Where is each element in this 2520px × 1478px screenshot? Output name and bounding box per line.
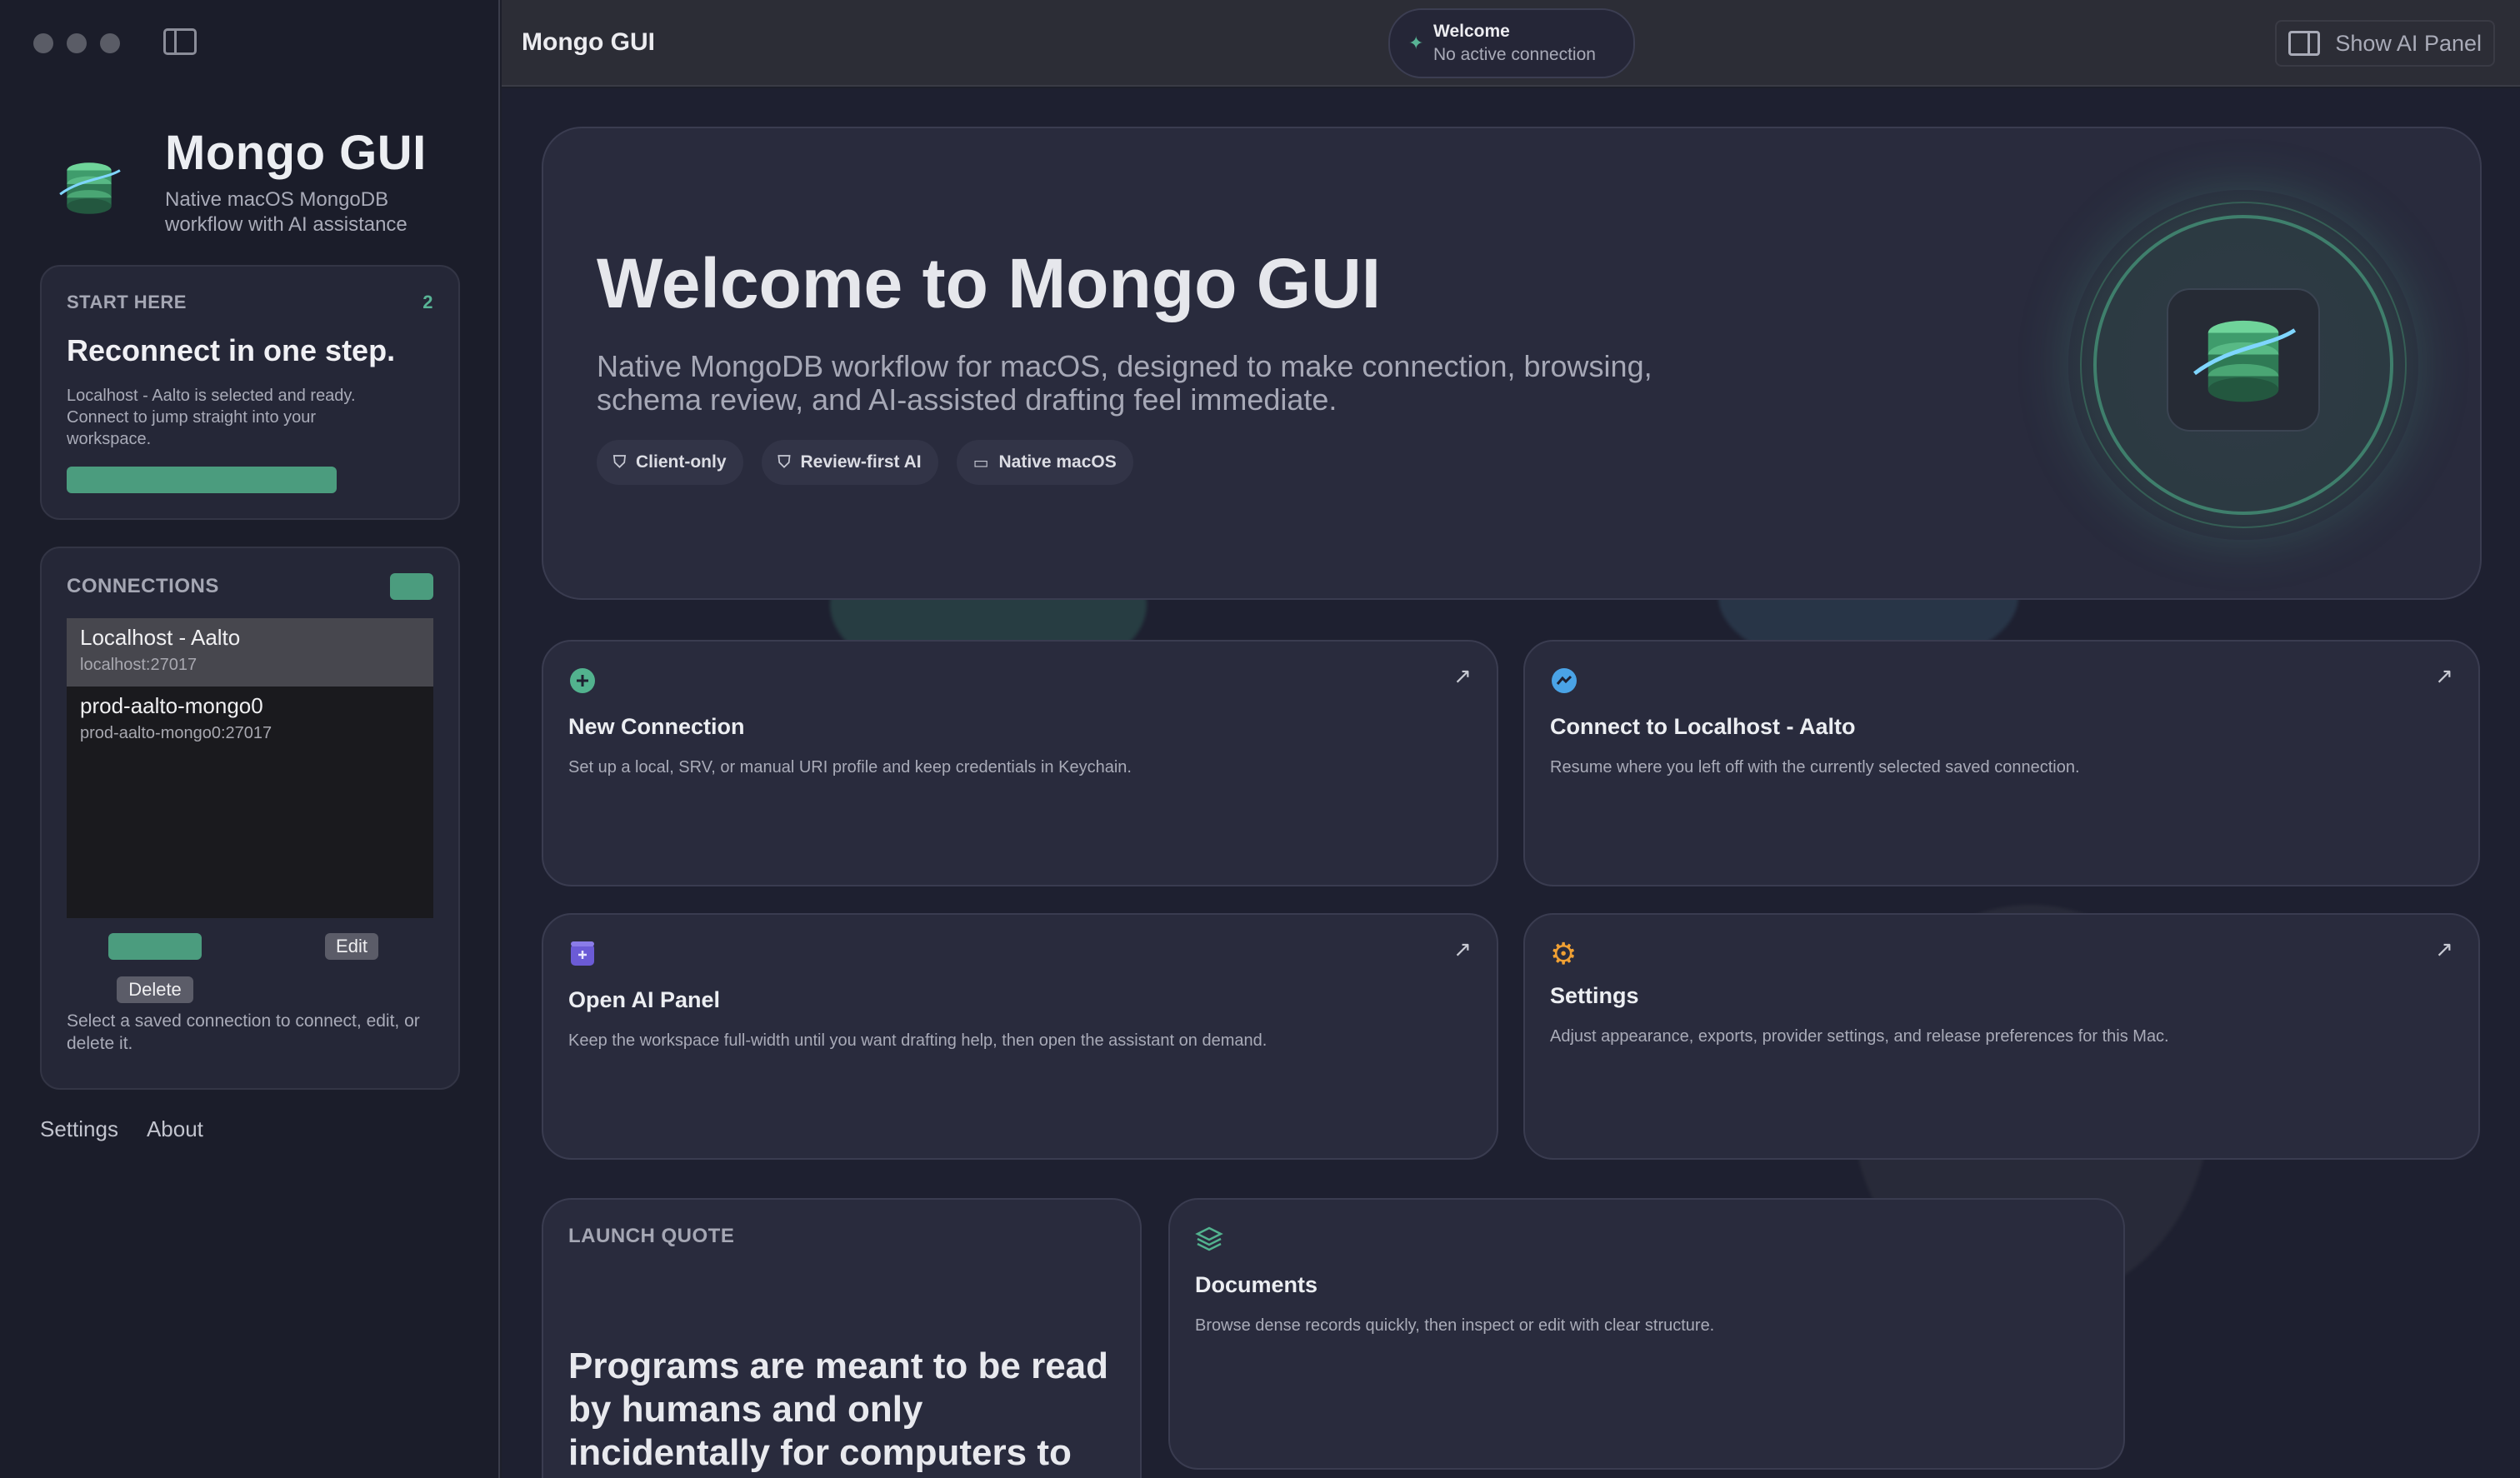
connect-localhost-tile[interactable]: ↗ Connect to Localhost - Aalto Resume wh… [1523,640,2480,886]
connections-label: CONNECTIONS [67,575,219,597]
panel-icon [2288,31,2321,56]
tile-body: Keep the workspace full-width until you … [568,1031,1268,1050]
check-shield-icon: ⛉ [778,452,791,472]
connections-list: Localhost - Aalto localhost:27017 prod-a… [67,618,433,918]
plus-circle-icon [570,668,595,693]
connection-item[interactable]: Localhost - Aalto localhost:27017 [67,618,433,687]
status-title: Welcome [1433,22,1510,41]
connection-item[interactable]: prod-aalto-mongo0 prod-aalto-mongo0:2701… [67,687,433,755]
gear-icon: ⚙ [1550,936,1578,971]
shield-icon: ⛉ [613,452,626,472]
connection-status-pill: ✦ Welcome No active connection [1388,8,1635,78]
feature-chips: ⛉ Client-only ⛉ Review-first AI ▭ Native… [597,440,1133,485]
quick-connect-button[interactable] [67,467,337,493]
chip-label: Review-first AI [800,452,922,472]
close-window-button[interactable] [33,33,53,53]
sidebar-toggle-icon[interactable] [163,28,197,55]
connection-host: prod-aalto-mongo0:27017 [80,724,272,742]
sparkle-icon: ✦ [1408,32,1424,53]
chip-label: Client-only [636,452,727,472]
zoom-window-button[interactable] [100,33,120,53]
tile-title: Open AI Panel [568,987,721,1012]
connections-card: CONNECTIONS Localhost - Aalto localhost:… [40,547,460,1090]
brand: Mongo GUI Native macOS MongoDB workflow … [55,125,448,237]
window-icon: ▭ [972,453,989,472]
show-ai-panel-label: Show AI Panel [2335,30,2482,56]
start-here-body: Localhost - Aalto is selected and ready.… [67,387,356,448]
connect-button[interactable] [108,933,202,960]
tile-title: Documents [1195,1272,1318,1297]
chip-label: Native macOS [998,452,1117,472]
chip-review-first-ai: ⛉ Review-first AI [761,440,938,485]
connection-name: Localhost - Aalto [80,625,241,650]
tile-title: New Connection [568,714,745,739]
window-title: Mongo GUI [522,28,655,56]
start-here-badge: 2 [422,292,433,312]
main-content: Welcome to Mongo GUI Native MongoDB work… [502,88,2520,1478]
app-subtitle: Native macOS MongoDB workflow with AI as… [165,188,408,236]
welcome-hero: Welcome to Mongo GUI Native MongoDB work… [542,127,2482,600]
arrow-up-right-icon: ↗ [2435,936,2453,961]
quote-label: LAUNCH QUOTE [568,1225,735,1247]
hero-title: Welcome to Mongo GUI [597,244,1382,322]
database-logo-icon [59,162,121,214]
minimize-window-button[interactable] [67,33,87,53]
edit-button[interactable]: Edit [325,933,378,960]
toolbar: Mongo GUI ✦ Welcome No active connection… [502,0,2520,87]
database-logo-icon [2193,320,2297,402]
hero-logo-orb [2068,190,2418,540]
tile-title: Connect to Localhost - Aalto [1550,714,1856,739]
connection-host: localhost:27017 [80,656,198,674]
delete-button[interactable]: Delete [117,976,193,1003]
chip-client-only: ⛉ Client-only [597,440,743,485]
tile-body: Set up a local, SRV, or manual URI profi… [568,758,1132,776]
hero-subtitle: Native MongoDB workflow for macOS, desig… [597,349,1652,417]
sidebar: Mongo GUI Native macOS MongoDB workflow … [0,0,500,1478]
layers-icon [1195,1226,1223,1251]
tile-title: Settings [1550,983,1639,1008]
tile-body: Adjust appearance, exports, provider set… [1550,1027,2169,1046]
chip-native-macos: ▭ Native macOS [956,440,1133,485]
settings-tile[interactable]: ⚙ ↗ Settings Adjust appearance, exports,… [1523,913,2480,1160]
arrow-up-right-icon: ↗ [1453,936,1472,961]
start-here-card: START HERE 2 Reconnect in one step. Loca… [40,265,460,520]
connection-name: prod-aalto-mongo0 [80,693,263,718]
about-link[interactable]: About [147,1116,203,1142]
open-ai-panel-tile[interactable]: ↗ Open AI Panel Keep the workspace full-… [542,913,1498,1160]
quote-text: Programs are meant to be read by humans … [568,1346,1109,1478]
start-here-label: START HERE [67,292,187,312]
tile-body: Resume where you left off with the curre… [1550,758,2080,776]
add-connection-button[interactable] [390,573,433,600]
sparkle-panel-icon [571,941,594,966]
status-subtitle: No active connection [1433,45,1596,64]
launch-quote-card: LAUNCH QUOTE Programs are meant to be re… [542,1198,1142,1478]
tile-body: Browse dense records quickly, then inspe… [1195,1316,1715,1335]
settings-link[interactable]: Settings [40,1116,118,1142]
arrow-up-right-icon: ↗ [1453,663,1472,688]
link-icon [1552,668,1577,693]
new-connection-tile[interactable]: ↗ New Connection Set up a local, SRV, or… [542,640,1498,886]
sidebar-links: Settings About [40,1116,203,1142]
app-name: Mongo GUI [165,126,427,180]
show-ai-panel-button[interactable]: Show AI Panel [2275,20,2495,67]
window-controls [33,33,120,53]
arrow-up-right-icon: ↗ [2435,663,2453,688]
documents-tile[interactable]: Documents Browse dense records quickly, … [1168,1198,2125,1470]
start-here-title: Reconnect in one step. [67,333,396,367]
connections-help: Select a saved connection to connect, ed… [67,1011,420,1053]
